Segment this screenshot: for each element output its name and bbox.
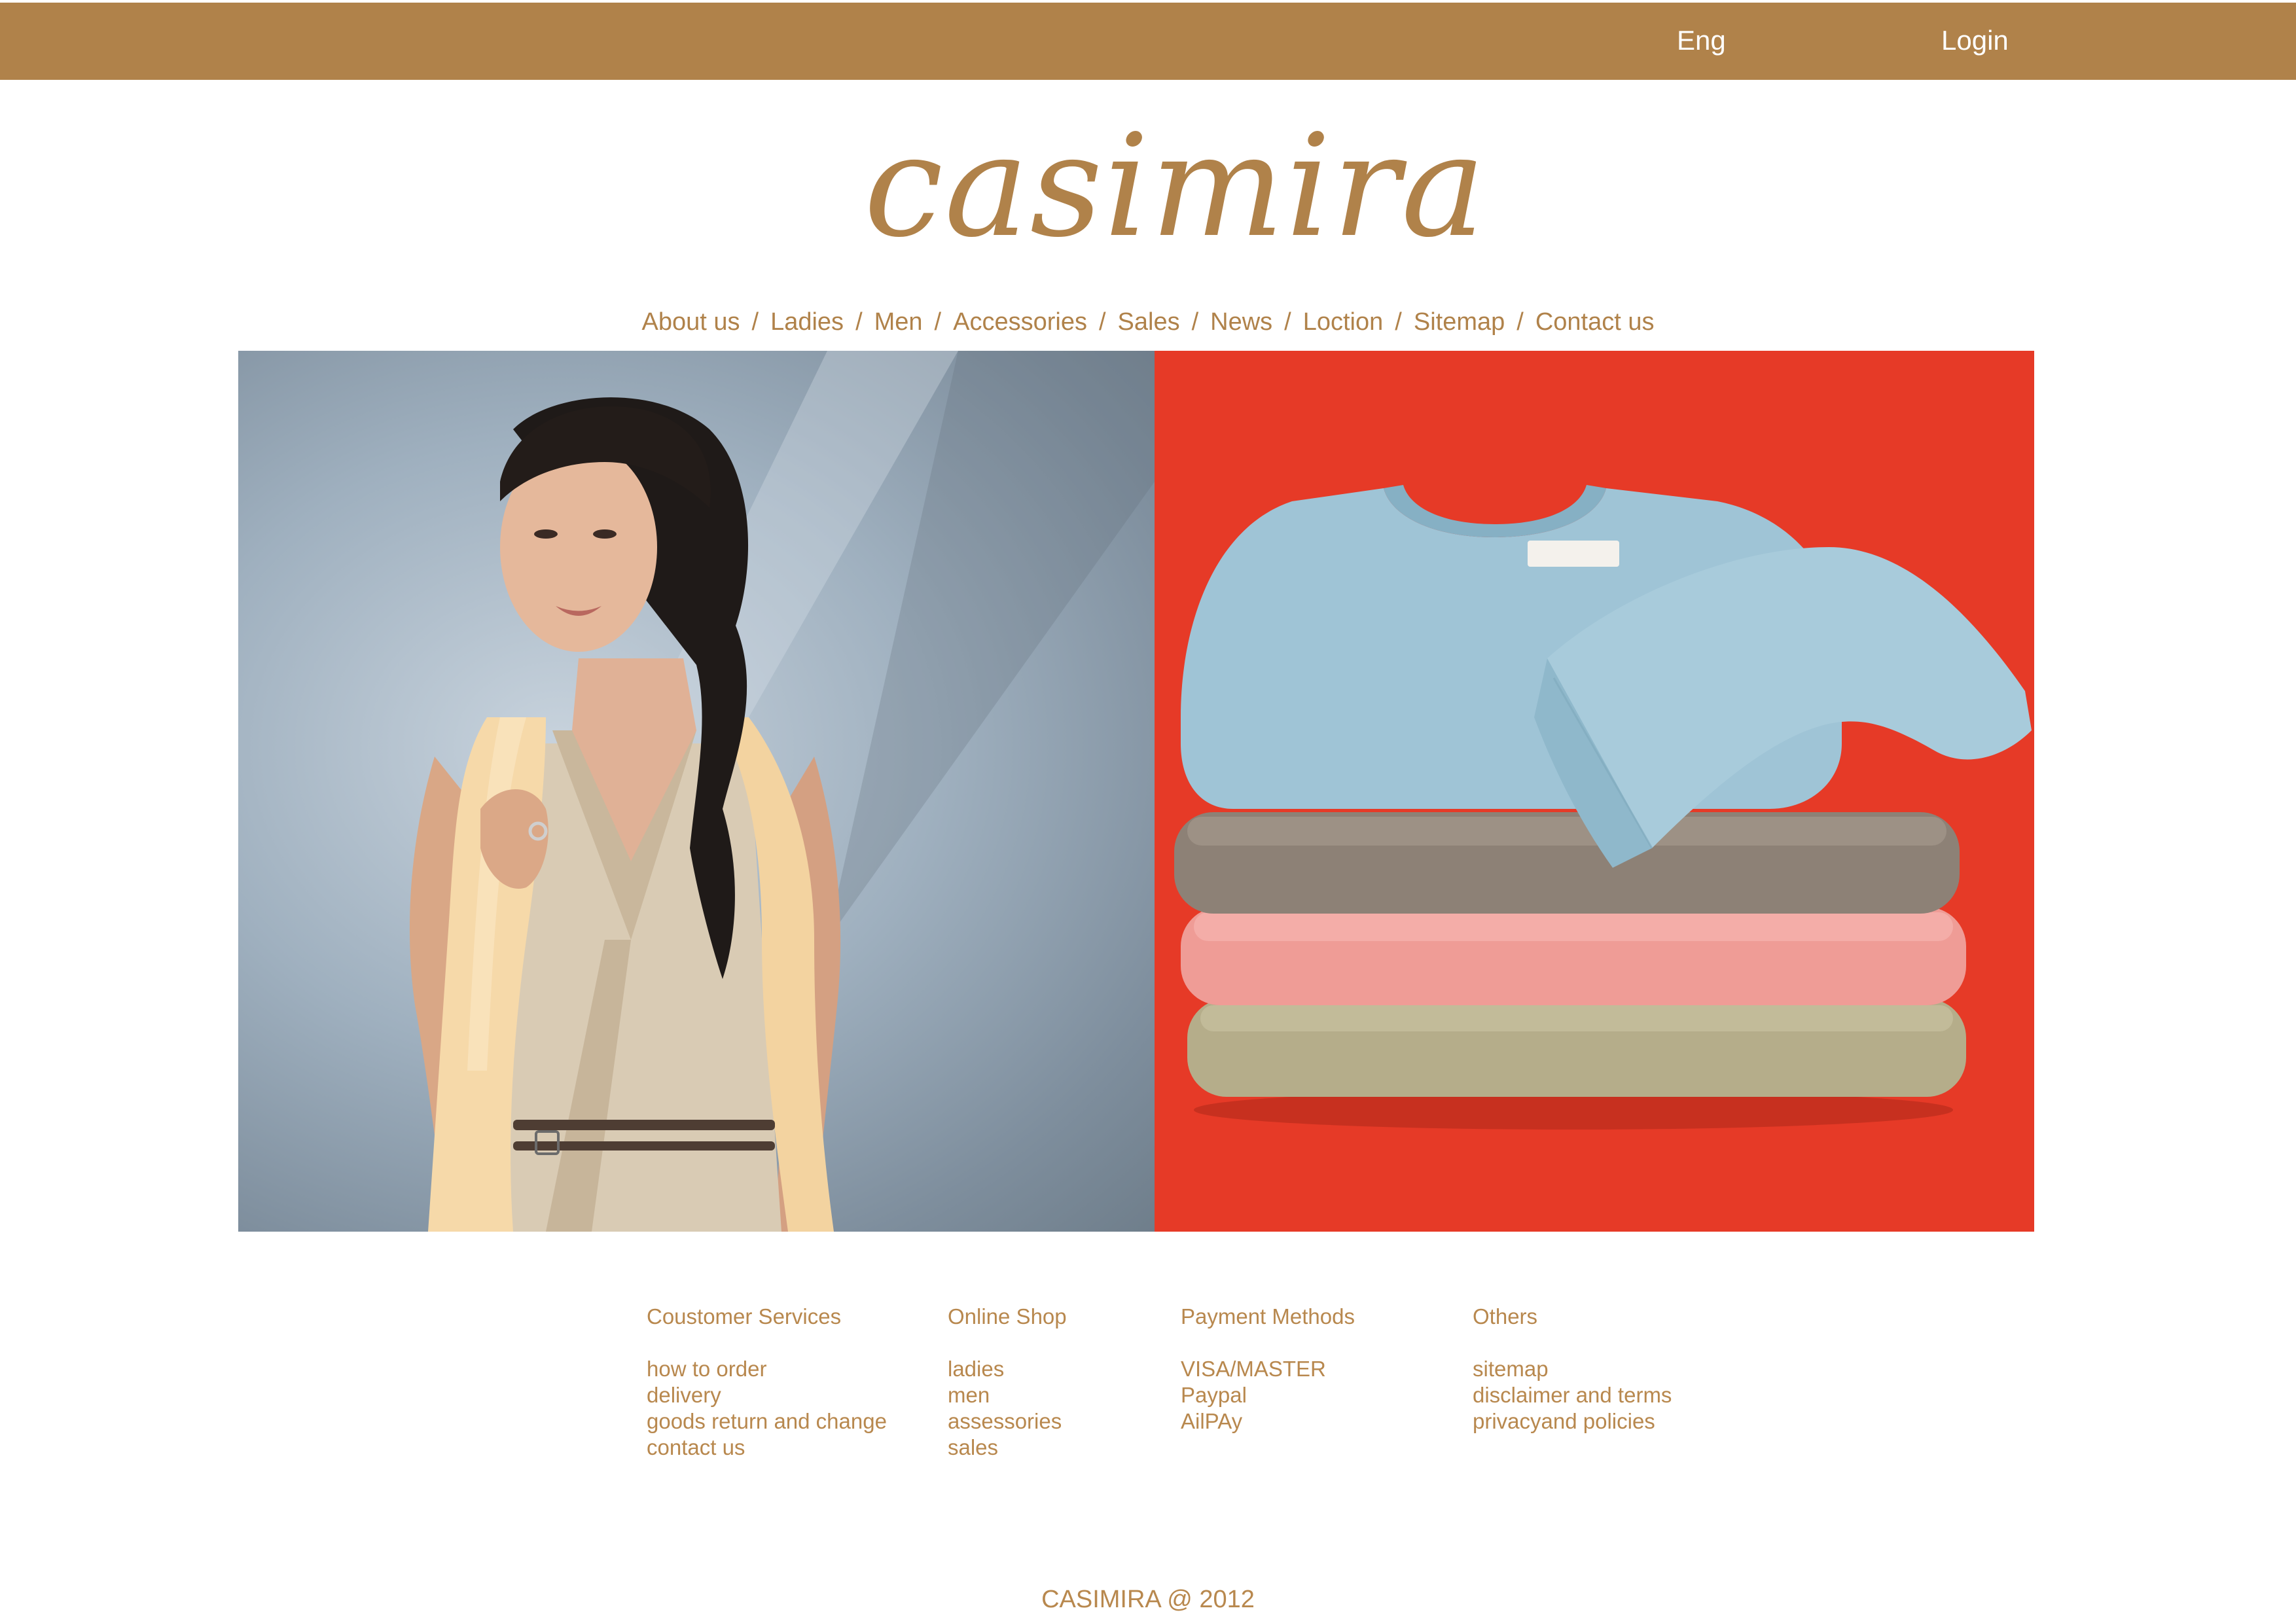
nav-location[interactable]: Loction [1303,308,1384,336]
nav-separator: / [1284,308,1291,336]
footer-link-ladies[interactable]: ladies [948,1356,1067,1382]
footer-others: Others sitemap disclaimer and terms priv… [1473,1304,1672,1435]
nav-contact-us[interactable]: Contact us [1535,308,1655,336]
nav-men[interactable]: Men [874,308,923,336]
hero-banner [238,351,2034,1232]
footer-link-visa-master[interactable]: VISA/MASTER [1181,1356,1355,1382]
nav-about-us[interactable]: About us [642,308,740,336]
footer-customer-services: Coustomer Services how to order delivery… [647,1304,887,1461]
nav-separator: / [751,308,759,336]
nav-news[interactable]: News [1210,308,1272,336]
footer-link-men[interactable]: men [948,1382,1067,1408]
nav-separator: / [1191,308,1199,336]
top-bar: Eng Login [0,3,2296,80]
footer-link-paypal[interactable]: Paypal [1181,1382,1355,1408]
language-selector[interactable]: Eng [1677,22,1726,59]
copyright-notice: CASIMIRA @ 2012 [1041,1586,1255,1613]
footer-link-alipay[interactable]: AilPAy [1181,1408,1355,1435]
footer-column-title: Online Shop [948,1304,1067,1329]
nav-separator: / [1516,308,1524,336]
nav-separator: / [1395,308,1402,336]
nav-sales[interactable]: Sales [1118,308,1180,336]
footer-link-goods-return[interactable]: goods return and change [647,1408,887,1435]
nav-accessories[interactable]: Accessories [953,308,1087,336]
footer-link-sales[interactable]: sales [948,1435,1067,1461]
footer-column-title: Payment Methods [1181,1304,1355,1329]
footer-online-shop: Online Shop ladies men assessories sales [948,1304,1067,1461]
footer-column-title: Coustomer Services [647,1304,842,1329]
hero-sweaters-photo[interactable] [1155,351,2034,1232]
login-link[interactable]: Login [1941,22,2009,59]
model-illustration [409,351,1155,1232]
sweaters-illustration [1155,351,2034,1232]
nav-sitemap[interactable]: Sitemap [1414,308,1505,336]
nav-separator: / [855,308,863,336]
footer-link-contact-us[interactable]: contact us [647,1435,887,1461]
nav-ladies[interactable]: Ladies [770,308,844,336]
hero-model-photo[interactable] [238,351,1155,1232]
footer-link-delivery[interactable]: delivery [647,1382,887,1408]
nav-separator: / [1098,308,1106,336]
footer-link-accessories[interactable]: assessories [948,1408,1067,1435]
main-nav: About us / Ladies / Men / Accessories / Sales / Ne… [0,302,2296,342]
footer-link-disclaimer[interactable]: disclaimer and terms [1473,1382,1672,1408]
footer-payment-methods: Payment Methods VISA/MASTER Paypal AilPA… [1181,1304,1355,1435]
footer-column-title: Others [1473,1304,1538,1329]
nav-separator: / [934,308,942,336]
footer-link-sitemap[interactable]: sitemap [1473,1356,1672,1382]
footer-link-how-to-order[interactable]: how to order [647,1356,887,1382]
brand-logo[interactable]: casimira [864,105,1486,268]
footer-link-privacy[interactable]: privacyand policies [1473,1408,1672,1435]
